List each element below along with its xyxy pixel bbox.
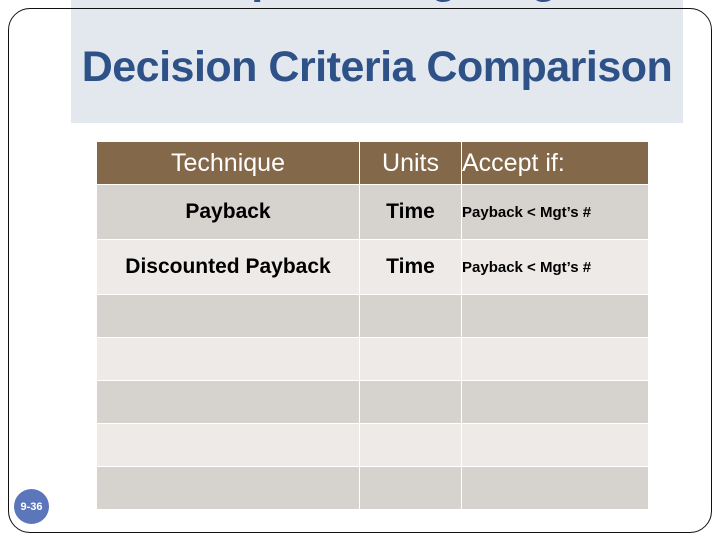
- slide-number-badge: 9-36: [14, 489, 49, 524]
- cell-accept-if-empty: [462, 338, 648, 380]
- cell-units-empty: [360, 467, 461, 509]
- cell-units: Time: [360, 240, 461, 294]
- slide-number-label: 9-36: [20, 500, 43, 513]
- title-banner: Decision Criteria Comparison: [71, 10, 683, 123]
- cell-technique-empty: [97, 467, 359, 509]
- table-header: Technique Units Accept if:: [97, 142, 648, 184]
- table-row-empty: [97, 338, 648, 380]
- cell-technique: Discounted Payback: [97, 240, 359, 294]
- cell-accept-if-empty: [462, 467, 648, 509]
- table-header-row: Technique Units Accept if:: [97, 142, 648, 184]
- page-title: Decision Criteria Comparison: [81, 42, 673, 91]
- cell-technique-empty: [97, 424, 359, 466]
- cell-accept-if-empty: [462, 424, 648, 466]
- cell-accept-if-empty: [462, 381, 648, 423]
- table-row-empty: [97, 424, 648, 466]
- decision-criteria-table: Technique Units Accept if: Payback Time …: [96, 141, 649, 510]
- cell-accept-if: Payback < Mgt’s #: [462, 240, 648, 294]
- cell-units-empty: [360, 295, 461, 337]
- column-header-accept-if: Accept if:: [462, 142, 648, 184]
- cell-units-empty: [360, 424, 461, 466]
- column-header-technique: Technique: [97, 142, 359, 184]
- cell-accept-if-empty: [462, 295, 648, 337]
- table-row: Payback Time Payback < Mgt’s #: [97, 185, 648, 239]
- cell-units-empty: [360, 381, 461, 423]
- cell-technique-empty: [97, 295, 359, 337]
- table-row-empty: [97, 295, 648, 337]
- table-row: Discounted Payback Time Payback < Mgt’s …: [97, 240, 648, 294]
- cell-units-empty: [360, 338, 461, 380]
- table-row-empty: [97, 381, 648, 423]
- column-header-units: Units: [360, 142, 461, 184]
- cell-accept-if: Payback < Mgt’s #: [462, 185, 648, 239]
- overflow-title-text: Capital Budgeting: [197, 0, 557, 3]
- table-body: Payback Time Payback < Mgt’s # Discounte…: [97, 185, 648, 509]
- table-row-empty: [97, 467, 648, 509]
- overflow-title-fragment: Capital Budgeting: [71, 0, 683, 10]
- cell-technique-empty: [97, 338, 359, 380]
- cell-technique: Payback: [97, 185, 359, 239]
- cell-technique-empty: [97, 381, 359, 423]
- cell-units: Time: [360, 185, 461, 239]
